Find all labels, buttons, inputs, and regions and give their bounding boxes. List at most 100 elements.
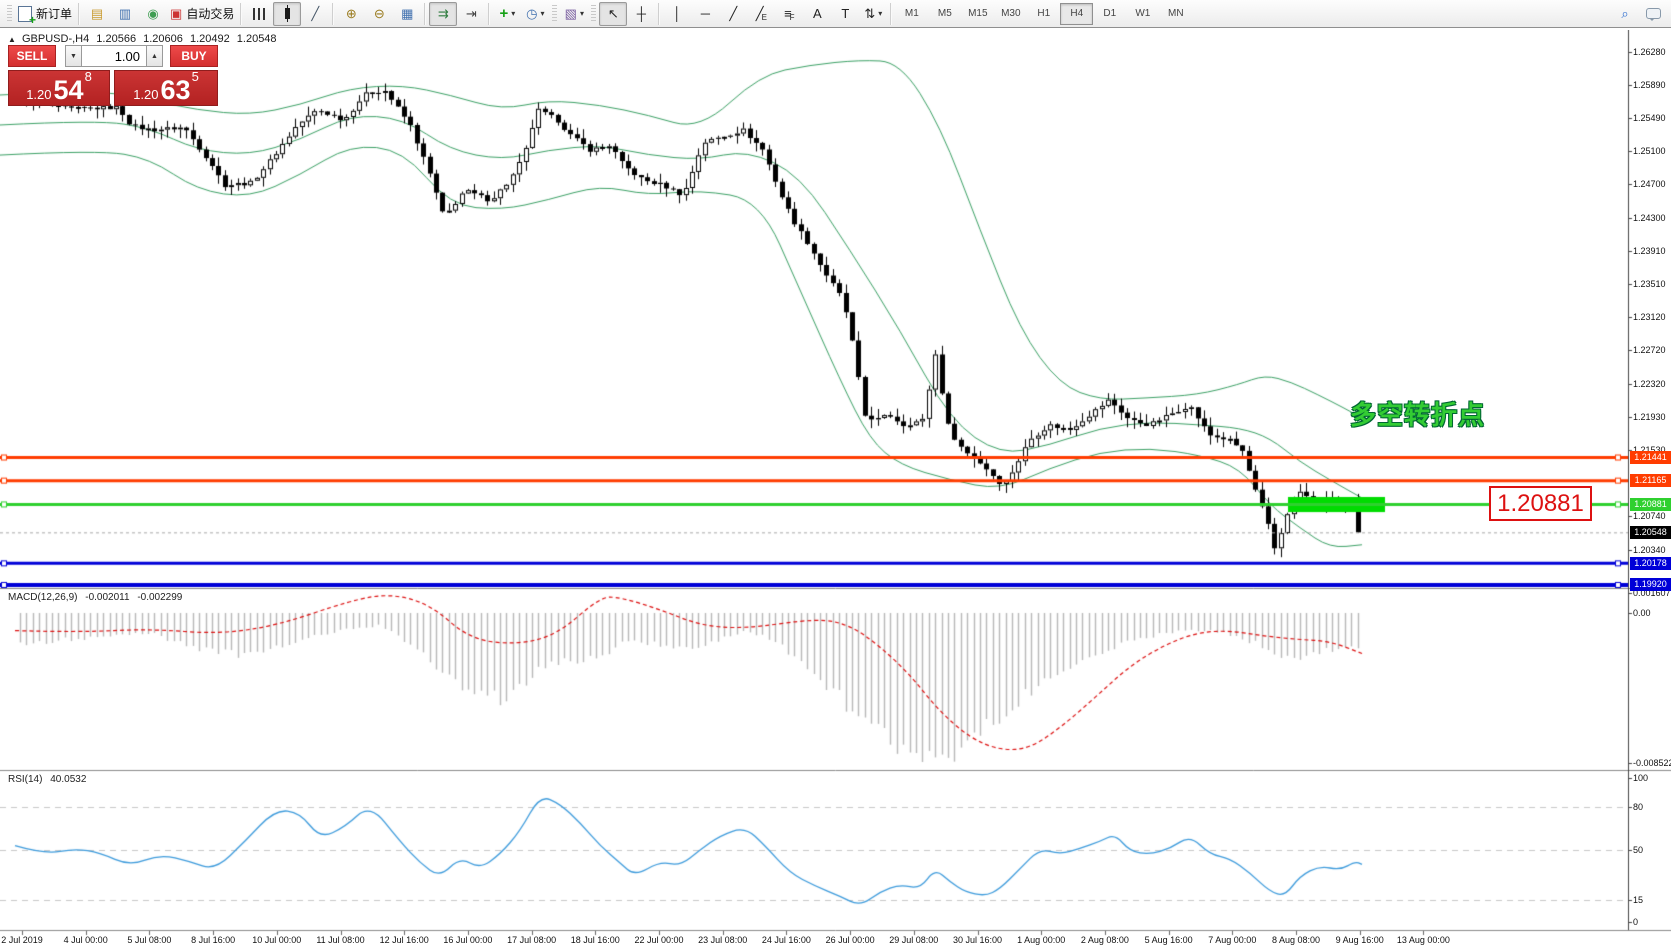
mt4-window: 新订单▤▥◉▣自动交易╱⊕⊖▦⇉⇥+▾◷▾▧▾↖┼│─╱╱E≡FAT⇅▾M1M5… [0, 0, 1671, 952]
price-axis-label: 1.20340 [1633, 545, 1671, 555]
rsi-axis-label: 15 [1633, 895, 1671, 905]
cursor-button[interactable]: ↖ [599, 2, 627, 26]
toolbar-separator [658, 3, 660, 25]
chart-shift-button[interactable]: ⇥ [457, 2, 485, 26]
buy-price-button[interactable]: 1.20 63 5 [114, 70, 218, 106]
crosshair-button[interactable]: ┼ [627, 2, 655, 26]
price-axis-label: 1.24700 [1633, 179, 1671, 189]
periods-icon: ◷ [526, 7, 537, 20]
rsi-axis-label: 50 [1633, 845, 1671, 855]
market-watch-button[interactable]: ◉ [139, 2, 167, 26]
price-axis-label: 1.23910 [1633, 246, 1671, 256]
time-axis-label: 2 Jul 2019 [1, 935, 43, 945]
time-axis-label: 13 Aug 00:00 [1397, 935, 1450, 945]
chat-icon [1646, 8, 1661, 19]
templates-icon: ▧ [565, 7, 577, 20]
collapse-panel-icon[interactable]: ▲ [8, 35, 16, 44]
sell-button[interactable]: SELL [8, 45, 56, 67]
tile-windows-icon: ▦ [401, 7, 413, 20]
auto-scroll-button[interactable]: ⇉ [429, 2, 457, 26]
time-axis-label: 12 Jul 16:00 [380, 935, 429, 945]
line-chart-icon: ╱ [311, 7, 319, 20]
new-chart-button[interactable]: ▤ [83, 2, 111, 26]
templates-button[interactable]: ▧▾ [560, 2, 588, 26]
current-price-badge: 1.20548 [1630, 526, 1671, 539]
timeframe-m5[interactable]: M5 [928, 3, 961, 25]
level-price-badge: 1.19920 [1630, 578, 1671, 591]
timeframe-h4[interactable]: H4 [1060, 3, 1093, 25]
timeframe-w1[interactable]: W1 [1126, 3, 1159, 25]
zoom-in-button[interactable]: ⊕ [337, 2, 365, 26]
chevron-down-icon: ▾ [540, 9, 544, 18]
horizontal-line-button[interactable]: ─ [691, 2, 719, 26]
chart-canvas[interactable] [0, 30, 1671, 952]
auto-scroll-icon: ⇉ [438, 7, 449, 20]
chat-button[interactable] [1639, 2, 1667, 26]
toolbar-separator [424, 3, 426, 25]
sell-price-button[interactable]: 1.20 54 8 [8, 70, 110, 106]
time-axis-label: 17 Jul 08:00 [507, 935, 556, 945]
timeframe-m15[interactable]: M15 [961, 3, 994, 25]
toolbar-left: 新订单▤▥◉▣自动交易╱⊕⊖▦⇉⇥+▾◷▾▧▾↖┼│─╱╱E≡FAT⇅▾M1M5… [4, 0, 1192, 27]
zoom-out-button[interactable]: ⊖ [365, 2, 393, 26]
volume-decrease-button[interactable]: ▼ [65, 45, 82, 67]
ohlc-low: 1.20492 [190, 33, 230, 45]
vertical-line-button[interactable]: │ [663, 2, 691, 26]
macd-name: MACD(12,26,9) [8, 592, 77, 603]
rsi-axis-label: 80 [1633, 802, 1671, 812]
price-axis-label: 1.25890 [1633, 80, 1671, 90]
line-chart-button[interactable]: ╱ [301, 2, 329, 26]
tile-windows-button[interactable]: ▦ [393, 2, 421, 26]
price-level-box[interactable]: 1.20881 [1489, 486, 1592, 521]
bar-chart-button[interactable] [245, 2, 273, 26]
timeframe-m30[interactable]: M30 [994, 3, 1027, 25]
autotrading-button[interactable]: ▣ 自动交易 [167, 2, 237, 26]
arrows-icon: ⇅ [864, 7, 875, 20]
timeframe-h1[interactable]: H1 [1027, 3, 1060, 25]
price-axis-label: 1.23120 [1633, 312, 1671, 322]
new-chart-icon: ▤ [91, 7, 103, 20]
timeframe-mn[interactable]: MN [1159, 3, 1192, 25]
timeframe-m1[interactable]: M1 [895, 3, 928, 25]
profiles-button[interactable]: ▥ [111, 2, 139, 26]
price-axis-label: 1.25100 [1633, 146, 1671, 156]
time-axis-label: 8 Jul 16:00 [191, 935, 235, 945]
ohlc-open: 1.20566 [96, 33, 136, 45]
time-axis-label: 4 Jul 00:00 [64, 935, 108, 945]
equidistant-channel-button[interactable]: ╱E [747, 2, 775, 26]
chart-shift-icon: ⇥ [466, 7, 477, 20]
text-icon: A [813, 7, 822, 20]
trendline-button[interactable]: ╱ [719, 2, 747, 26]
price-axis-label: 1.20740 [1633, 511, 1671, 521]
buy-price-big: 63 [161, 78, 191, 102]
macd-axis-label: 0.00 [1633, 608, 1671, 618]
text-button[interactable]: A [803, 2, 831, 26]
price-axis-label: 1.21930 [1633, 412, 1671, 422]
arrows-button[interactable]: ⇅▾ [859, 2, 887, 26]
text-label-button[interactable]: T [831, 2, 859, 26]
new-order-button[interactable]: 新订单 [15, 2, 75, 26]
search-button[interactable]: ⌕ [1611, 2, 1639, 26]
market-watch-icon: ◉ [147, 7, 158, 20]
level-price-badge: 1.20881 [1630, 498, 1671, 511]
time-axis-label: 24 Jul 16:00 [762, 935, 811, 945]
chevron-down-icon: ▾ [878, 9, 882, 18]
time-axis-label: 5 Jul 08:00 [127, 935, 171, 945]
candlestick-button[interactable] [273, 2, 301, 26]
time-axis-label: 11 Jul 08:00 [316, 935, 364, 945]
buy-price-sup: 5 [192, 64, 199, 90]
trade-panel-price-row: 1.20 54 8 1.20 63 5 [8, 70, 218, 106]
chart-text-annotation[interactable]: 多空转折点 [1350, 395, 1485, 432]
autotrading-icon: ▣ [170, 7, 182, 20]
sell-price-sup: 8 [85, 64, 92, 90]
timeframe-d1[interactable]: D1 [1093, 3, 1126, 25]
autotrading-button-label: 自动交易 [186, 5, 234, 22]
toolbar-separator [488, 3, 490, 25]
toolbar-grip [591, 5, 596, 23]
volume-increase-button[interactable]: ▲ [146, 45, 163, 67]
indicators-button[interactable]: +▾ [493, 2, 521, 26]
time-axis-label: 18 Jul 16:00 [571, 935, 620, 945]
fibonacci-button[interactable]: ≡F [775, 2, 803, 26]
rsi-name: RSI(14) [8, 774, 42, 785]
periods-button[interactable]: ◷▾ [521, 2, 549, 26]
